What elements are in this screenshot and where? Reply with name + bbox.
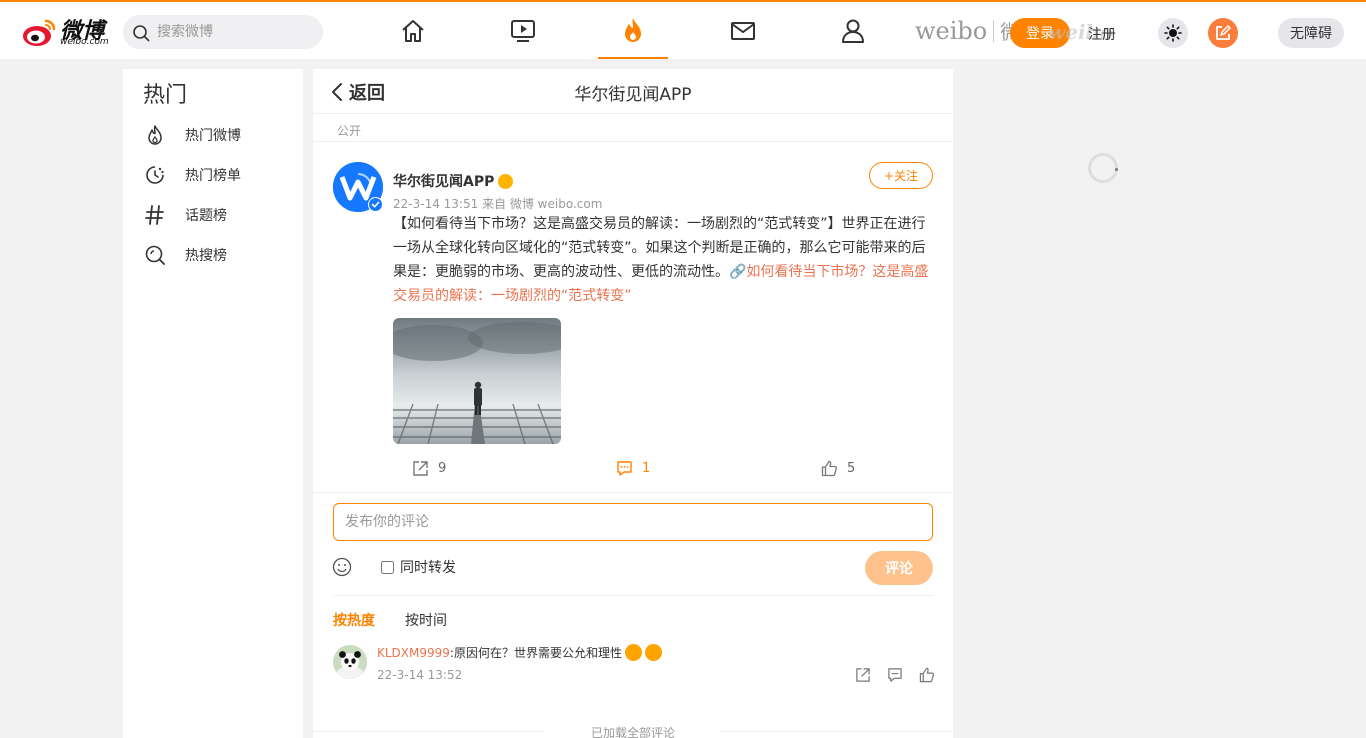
follow-button[interactable]: +关注 (869, 162, 933, 189)
sidebar-item-hot-weibo[interactable]: 热门微博 (143, 120, 293, 150)
weibo-logo[interactable]: 微博 weibo.com (22, 13, 112, 49)
top-navigation-bar: 微博 weibo.com 搜索微博 weibo 登录 weibo 注册 无障碍 (0, 0, 1366, 59)
logo-subtext: weibo.com (60, 37, 109, 47)
repost-also-label: 同时转发 (400, 560, 456, 576)
repost-also-checkbox[interactable] (381, 560, 394, 574)
verified-icon (369, 198, 382, 211)
laughing-emoji-icon (644, 644, 662, 661)
watermark-en: weibo (915, 17, 988, 45)
comment-button[interactable]: 1 (616, 460, 650, 477)
nav-messages[interactable] (708, 2, 778, 59)
comment-count: 1 (642, 461, 651, 476)
post-action-bar: 9 1 5 (313, 460, 953, 490)
divider (313, 492, 953, 493)
clock-icon (146, 166, 164, 184)
panda-avatar-icon (333, 645, 367, 679)
repost-icon (856, 668, 870, 682)
sidebar-item-label: 热门榜单 (185, 168, 241, 184)
sidebar-item-label: 话题榜 (185, 208, 227, 224)
profile-icon (842, 19, 864, 43)
sidebar-item-hot-rankings[interactable]: 热门榜单 (143, 160, 293, 190)
sidebar-item-label: 热门微博 (185, 128, 241, 144)
comment-icon (888, 668, 902, 682)
repost-count: 9 (438, 461, 447, 476)
left-sidebar: 热门 热门微博 热门榜单 话题榜 热搜榜 (123, 69, 303, 738)
search-icon (133, 25, 150, 42)
comment-repost-button[interactable] (855, 667, 871, 687)
nav-home[interactable] (378, 2, 448, 59)
comment-icon (617, 461, 632, 476)
compose-button[interactable] (1208, 18, 1238, 48)
verified-badge (368, 197, 383, 212)
register-link[interactable]: 注册 (1088, 24, 1116, 44)
loading-spinner-icon (1088, 153, 1118, 183)
thumbs-up-icon (919, 667, 935, 683)
like-button[interactable]: 5 (821, 460, 855, 477)
sidebar-item-label: 热搜榜 (185, 248, 227, 264)
hot-icon (625, 17, 641, 42)
search-input[interactable] (157, 15, 317, 49)
post-detail-panel: 返回 华尔街见闻APP 公开 华尔街见闻APP 22-3-14 13:51 来自… (313, 69, 953, 738)
sort-by-hot-tab[interactable]: 按热度 (333, 610, 375, 630)
like-count: 5 (847, 461, 856, 476)
author-name-row: 华尔街见闻APP (393, 171, 514, 191)
man-facing-maze-image (393, 318, 561, 444)
repost-also-option[interactable]: 同时转发 (381, 557, 456, 577)
author-name[interactable]: 华尔街见闻APP (393, 171, 494, 191)
commenter-avatar[interactable] (333, 645, 367, 679)
weibo-eye-icon (23, 19, 56, 46)
smile-icon (332, 557, 352, 577)
emoji-button[interactable] (332, 557, 352, 581)
divider (333, 595, 933, 596)
post-body: 【如何看待当下市场？这是高盛交易员的解读：一场剧烈的“范式转变”】世界正在进行一… (393, 212, 933, 308)
theme-toggle-button[interactable] (1158, 18, 1188, 48)
repost-button[interactable]: 9 (412, 460, 446, 477)
sun-icon (1164, 24, 1182, 42)
comment-time: 22-3-14 13:52 (377, 668, 463, 682)
panel-header: 返回 华尔街见闻APP (313, 69, 953, 114)
sort-by-time-tab[interactable]: 按时间 (405, 610, 447, 630)
commenter-name[interactable]: KLDXM9999 (377, 646, 450, 660)
home-icon (402, 19, 424, 42)
comment-body: KLDXM9999:原因何在？世界需要公允和理性 (377, 644, 662, 661)
sidebar-item-topics[interactable]: 话题榜 (143, 200, 293, 230)
hashtag-icon (145, 205, 164, 225)
hot-search-icon (145, 245, 165, 265)
sidebar-title: 热门 (143, 83, 188, 108)
visibility-label: 公开 (337, 124, 362, 138)
search-box[interactable] (123, 15, 323, 49)
comment-reply-button[interactable] (887, 667, 903, 687)
divider (313, 141, 953, 142)
flame-icon (148, 125, 162, 145)
post-meta: 22-3-14 13:51 来自 微博 weibo.com (393, 197, 603, 211)
laughing-emoji-icon (624, 644, 642, 661)
post-image[interactable] (393, 318, 561, 444)
edit-icon (1216, 25, 1231, 40)
page-title: 华尔街见闻APP (574, 85, 692, 105)
all-comments-loaded-label: 已加载全部评论 (590, 726, 675, 738)
video-icon (511, 19, 535, 42)
thumbs-up-icon (821, 460, 838, 477)
nav-video[interactable] (488, 2, 558, 59)
nav-profile[interactable] (818, 2, 888, 59)
comment-input[interactable] (333, 503, 933, 541)
nav-hot[interactable] (598, 2, 668, 59)
comment-like-button[interactable] (919, 667, 935, 687)
sidebar-item-hot-search[interactable]: 热搜榜 (143, 240, 293, 270)
accessibility-button[interactable]: 无障碍 (1278, 18, 1344, 48)
submit-comment-button[interactable]: 评论 (865, 551, 933, 585)
comment-text: :原因何在？世界需要公允和理性 (449, 646, 622, 660)
repost-icon (413, 461, 428, 476)
member-badge-icon (498, 173, 514, 189)
message-icon (731, 21, 755, 40)
